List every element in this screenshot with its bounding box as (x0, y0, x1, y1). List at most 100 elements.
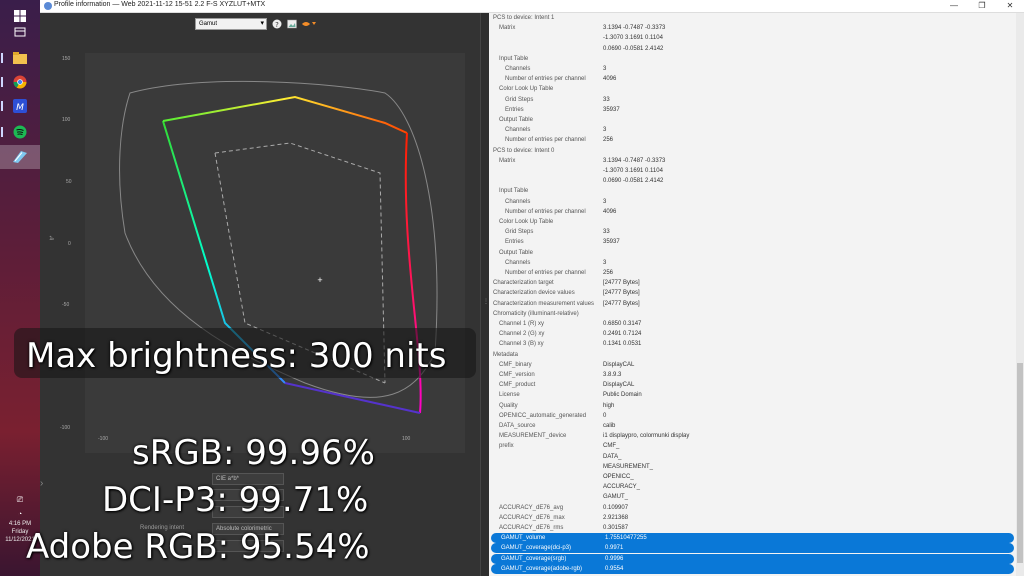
info-row[interactable]: GAMUT_ (489, 492, 1016, 502)
info-row-value: CMF_ (603, 443, 620, 450)
info-row[interactable]: Number of entries per channel 256 (489, 268, 1016, 278)
save-image-icon[interactable] (286, 19, 297, 30)
window-titlebar[interactable]: Profile information — Web 2021-11-12 15-… (40, 0, 1024, 13)
info-row[interactable]: Channel 3 (B) xy 0.1341 0.0531 (489, 339, 1016, 349)
info-row-value: 0 (603, 412, 607, 419)
info-row[interactable]: Output Table (489, 248, 1016, 258)
info-row[interactable]: Channel 2 (G) xy 0.2491 0.7124 (489, 329, 1016, 339)
close-button[interactable]: ✕ (996, 0, 1024, 12)
visibility-toggle-icon[interactable] (301, 19, 317, 30)
info-row-highlighted[interactable]: GAMUT_coverage(dci-p3) 0.9971 (491, 543, 1014, 554)
spotify-icon[interactable] (8, 120, 32, 144)
info-row[interactable]: Characterization device values [24777 Byt… (489, 288, 1016, 298)
info-row[interactable]: prefix CMF_ (489, 441, 1016, 451)
info-row[interactable]: Number of entries per channel 256 (489, 135, 1016, 145)
info-row[interactable]: Characterization target [24777 Bytes] (489, 278, 1016, 288)
info-row-value: i1 displaypro, colormunki display (603, 433, 690, 440)
info-row[interactable]: -1.3070 3.1691 0.1104 (489, 33, 1016, 43)
info-row-key: GAMUT_coverage(dci-p3) (501, 545, 572, 552)
info-row[interactable]: Input Table (489, 186, 1016, 196)
info-row[interactable]: Number of entries per channel 4096 (489, 207, 1016, 217)
info-row[interactable]: Grid Steps 33 (489, 227, 1016, 237)
scrollbar-thumb[interactable] (1017, 363, 1023, 563)
info-row[interactable]: Color Look Up Table (489, 217, 1016, 227)
view-select[interactable]: Gamut (195, 18, 267, 30)
info-row[interactable]: -1.3070 3.1691 0.1104 (489, 166, 1016, 176)
info-row-value: 3 (603, 259, 607, 266)
info-row[interactable]: CMF_version 3.8.9.3 (489, 370, 1016, 380)
chevron-right-icon[interactable]: › (40, 478, 43, 489)
info-row-key: Number of entries per channel (505, 208, 586, 215)
maximize-button[interactable]: ❐ (968, 0, 996, 12)
info-row-highlighted[interactable]: GAMUT_volume 1.75510477255 (491, 533, 1014, 544)
info-row-value: 256 (603, 137, 614, 144)
info-row[interactable]: Channel 1 (R) xy 0.6850 0.3147 (489, 319, 1016, 329)
info-row[interactable]: ACCURACY_dE76_rms 0.301587 (489, 523, 1016, 533)
info-row-highlighted[interactable]: GAMUT_coverage(srgb) 0.9996 (491, 553, 1014, 564)
info-row-key: Number of entries per channel (505, 76, 586, 83)
file-explorer-icon[interactable] (8, 46, 32, 70)
info-row[interactable]: CMF_product DisplayCAL (489, 380, 1016, 390)
svg-text:?: ? (275, 21, 279, 29)
info-row-value: 1.75510477255 (605, 535, 647, 542)
info-row[interactable]: OPENICC_ (489, 472, 1016, 482)
info-row[interactable]: Color Look Up Table (489, 84, 1016, 94)
info-row[interactable]: Channels 3 (489, 197, 1016, 207)
info-row[interactable]: Entries 35937 (489, 237, 1016, 247)
info-row-key: OPENICC_automatic_generated (499, 412, 587, 419)
info-row[interactable]: Input Table (489, 54, 1016, 64)
info-row-key: CMF_binary (499, 361, 532, 368)
y-tick: 100 (62, 117, 71, 123)
info-row[interactable]: Channels 3 (489, 64, 1016, 74)
gamut-plot[interactable]: + (85, 53, 465, 453)
info-row-value: 0.9996 (605, 555, 624, 562)
info-row[interactable]: PCS to device: Intent 0 (489, 146, 1016, 156)
info-row[interactable]: MEASUREMENT_ (489, 462, 1016, 472)
info-row[interactable]: ACCURACY_dE76_max 2.921368 (489, 513, 1016, 523)
info-row[interactable]: Matrix 3.1394 -0.7487 -0.3373 (489, 23, 1016, 33)
info-row-key: Quality (499, 402, 518, 409)
info-row[interactable]: License Public Domain (489, 390, 1016, 400)
vertical-scrollbar[interactable] (1016, 13, 1024, 576)
info-row[interactable]: Channels 3 (489, 125, 1016, 135)
help-icon[interactable]: ? (271, 19, 282, 30)
info-row-value: 33 (603, 229, 610, 236)
info-row[interactable]: MEASUREMENT_device i1 displaypro, colormu… (489, 431, 1016, 441)
info-row[interactable]: Channels 3 (489, 258, 1016, 268)
info-row[interactable]: 0.0690 -0.0581 2.4142 (489, 176, 1016, 186)
info-row[interactable]: 0.0690 -0.0581 2.4142 (489, 44, 1016, 54)
info-row-value: 3.1394 -0.7487 -0.3373 (603, 25, 666, 32)
info-row[interactable]: Characterization measurement values [2477… (489, 299, 1016, 309)
profile-info-panel[interactable]: PCS to device: Intent 1 Matrix 3.1394 -0.7… (489, 13, 1024, 576)
info-row-value: 0.0690 -0.0581 2.4142 (603, 178, 664, 185)
info-row-key: ACCURACY_dE76_max (499, 514, 565, 521)
chrome-icon[interactable] (8, 70, 32, 94)
displaycal-icon[interactable] (8, 145, 32, 169)
info-row[interactable]: Quality high (489, 401, 1016, 411)
info-row[interactable]: Number of entries per channel 4096 (489, 74, 1016, 84)
info-row[interactable]: OPENICC_automatic_generated 0 (489, 411, 1016, 421)
task-view-icon[interactable] (8, 20, 32, 44)
info-row[interactable]: DATA_ (489, 452, 1016, 462)
y-tick: 0 (68, 241, 71, 247)
info-row-key: Input Table (499, 188, 529, 195)
svg-text:M: M (16, 103, 24, 113)
info-row[interactable]: Metadata (489, 350, 1016, 360)
info-row-value: high (603, 402, 615, 409)
info-row[interactable]: Grid Steps 33 (489, 95, 1016, 105)
info-row[interactable]: Output Table (489, 115, 1016, 125)
info-row[interactable]: PCS to device: Intent 1 (489, 13, 1016, 23)
info-row[interactable]: ACCURACY_dE76_avg 0.109907 (489, 503, 1016, 513)
minimize-button[interactable]: — (940, 0, 968, 12)
info-row-highlighted[interactable]: GAMUT_coverage(adobe-rgb) 0.9554 (491, 563, 1014, 574)
info-row[interactable]: ACCURACY_ (489, 482, 1016, 492)
info-row[interactable]: Matrix 3.1394 -0.7487 -0.3373 (489, 156, 1016, 166)
info-row-key: Entries (505, 239, 524, 246)
info-row[interactable]: Chromaticity (illuminant-relative) (489, 309, 1016, 319)
app-icon[interactable]: M (8, 94, 32, 118)
info-row[interactable]: DATA_source calib (489, 421, 1016, 431)
info-row-value: DisplayCAL (603, 382, 635, 389)
info-row[interactable]: CMF_binary DisplayCAL (489, 360, 1016, 370)
info-row-key: Output Table (499, 249, 533, 256)
info-row[interactable]: Entries 35937 (489, 105, 1016, 115)
